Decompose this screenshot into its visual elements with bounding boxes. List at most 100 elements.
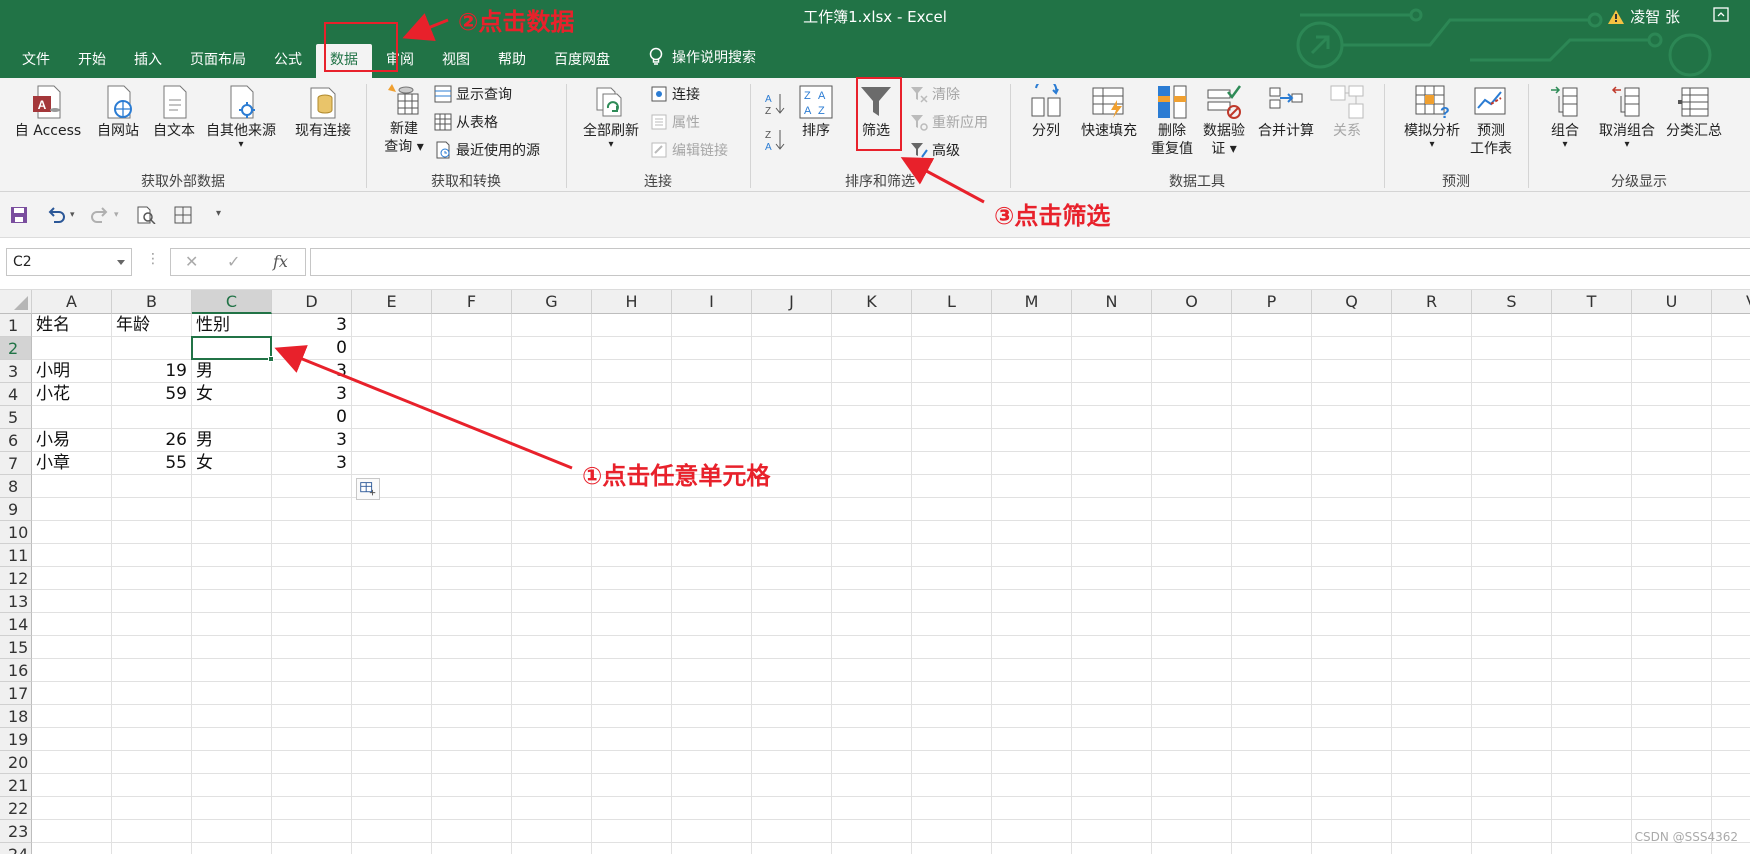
column-header[interactable]: J xyxy=(752,290,832,314)
cell-C12[interactable] xyxy=(192,567,272,590)
cell-D18[interactable] xyxy=(272,705,352,728)
cell-U24[interactable] xyxy=(1632,843,1712,854)
cell-P24[interactable] xyxy=(1232,843,1312,854)
cell-M17[interactable] xyxy=(992,682,1072,705)
cell-H2[interactable] xyxy=(592,337,672,360)
cell-H10[interactable] xyxy=(592,521,672,544)
cell-D22[interactable] xyxy=(272,797,352,820)
cell-S24[interactable] xyxy=(1472,843,1552,854)
cell-N15[interactable] xyxy=(1072,636,1152,659)
cell-O16[interactable] xyxy=(1152,659,1232,682)
cell-C19[interactable] xyxy=(192,728,272,751)
cell-E1[interactable] xyxy=(352,314,432,337)
cell-Q24[interactable] xyxy=(1312,843,1392,854)
cell-V14[interactable] xyxy=(1712,613,1750,636)
cell-Q13[interactable] xyxy=(1312,590,1392,613)
sort-button[interactable]: ZAAZ 排序 xyxy=(794,84,838,140)
cell-V19[interactable] xyxy=(1712,728,1750,751)
cell-J5[interactable] xyxy=(752,406,832,429)
cell-E20[interactable] xyxy=(352,751,432,774)
cell-I2[interactable] xyxy=(672,337,752,360)
cell-N19[interactable] xyxy=(1072,728,1152,751)
column-header[interactable]: M xyxy=(992,290,1072,314)
cell-L7[interactable] xyxy=(912,452,992,475)
cell-Q10[interactable] xyxy=(1312,521,1392,544)
cell-F20[interactable] xyxy=(432,751,512,774)
column-header[interactable]: Q xyxy=(1312,290,1392,314)
cell-C4[interactable]: 女 xyxy=(192,383,272,406)
cell-C15[interactable] xyxy=(192,636,272,659)
cell-U22[interactable] xyxy=(1632,797,1712,820)
reapply-filter-button[interactable]: 重新应用 xyxy=(910,112,988,132)
cell-P21[interactable] xyxy=(1232,774,1312,797)
cell-A12[interactable] xyxy=(32,567,112,590)
cell-K2[interactable] xyxy=(832,337,912,360)
cell-P23[interactable] xyxy=(1232,820,1312,843)
cell-G2[interactable] xyxy=(512,337,592,360)
cell-D3[interactable]: 3 xyxy=(272,360,352,383)
cell-J6[interactable] xyxy=(752,429,832,452)
cell-A4[interactable]: 小花 xyxy=(32,383,112,406)
cell-M10[interactable] xyxy=(992,521,1072,544)
cell-M13[interactable] xyxy=(992,590,1072,613)
cell-B12[interactable] xyxy=(112,567,192,590)
properties-button[interactable]: 属性 xyxy=(650,112,700,132)
cell-N12[interactable] xyxy=(1072,567,1152,590)
cell-G18[interactable] xyxy=(512,705,592,728)
cell-D12[interactable] xyxy=(272,567,352,590)
cell-F5[interactable] xyxy=(432,406,512,429)
cell-A14[interactable] xyxy=(32,613,112,636)
cell-C7[interactable]: 女 xyxy=(192,452,272,475)
cell-S12[interactable] xyxy=(1472,567,1552,590)
cell-G6[interactable] xyxy=(512,429,592,452)
cell-Q18[interactable] xyxy=(1312,705,1392,728)
cell-T23[interactable] xyxy=(1552,820,1632,843)
sort-a-to-z-icon[interactable]: AZ xyxy=(764,92,786,116)
cell-R9[interactable] xyxy=(1392,498,1472,521)
cell-A21[interactable] xyxy=(32,774,112,797)
cell-Q2[interactable] xyxy=(1312,337,1392,360)
cell-U8[interactable] xyxy=(1632,475,1712,498)
cell-U1[interactable] xyxy=(1632,314,1712,337)
customize-qat-icon[interactable]: ▾ xyxy=(216,208,221,219)
column-header[interactable]: C xyxy=(192,290,272,314)
cell-K4[interactable] xyxy=(832,383,912,406)
cell-N20[interactable] xyxy=(1072,751,1152,774)
row-header[interactable]: 15 xyxy=(0,636,32,659)
cell-S16[interactable] xyxy=(1472,659,1552,682)
cell-N6[interactable] xyxy=(1072,429,1152,452)
cell-C17[interactable] xyxy=(192,682,272,705)
cell-R24[interactable] xyxy=(1392,843,1472,854)
cell-T20[interactable] xyxy=(1552,751,1632,774)
cell-S6[interactable] xyxy=(1472,429,1552,452)
cell-B21[interactable] xyxy=(112,774,192,797)
column-header[interactable]: S xyxy=(1472,290,1552,314)
cell-F17[interactable] xyxy=(432,682,512,705)
recent-sources-button[interactable]: 最近使用的源 xyxy=(434,140,540,160)
cell-K1[interactable] xyxy=(832,314,912,337)
cell-T13[interactable] xyxy=(1552,590,1632,613)
cell-L17[interactable] xyxy=(912,682,992,705)
cell-I18[interactable] xyxy=(672,705,752,728)
cell-K13[interactable] xyxy=(832,590,912,613)
cell-S5[interactable] xyxy=(1472,406,1552,429)
edit-links-button[interactable]: 编辑链接 xyxy=(650,140,728,160)
cell-G24[interactable] xyxy=(512,843,592,854)
cell-U10[interactable] xyxy=(1632,521,1712,544)
cell-U6[interactable] xyxy=(1632,429,1712,452)
show-queries-button[interactable]: 显示查询 xyxy=(434,84,512,104)
cell-I13[interactable] xyxy=(672,590,752,613)
row-header[interactable]: 4 xyxy=(0,383,32,406)
cell-T11[interactable] xyxy=(1552,544,1632,567)
cell-Q23[interactable] xyxy=(1312,820,1392,843)
cell-S10[interactable] xyxy=(1472,521,1552,544)
cell-I3[interactable] xyxy=(672,360,752,383)
cell-M22[interactable] xyxy=(992,797,1072,820)
row-header[interactable]: 18 xyxy=(0,705,32,728)
cell-Q12[interactable] xyxy=(1312,567,1392,590)
cell-F23[interactable] xyxy=(432,820,512,843)
cell-K12[interactable] xyxy=(832,567,912,590)
cell-S8[interactable] xyxy=(1472,475,1552,498)
cell-F12[interactable] xyxy=(432,567,512,590)
cell-G12[interactable] xyxy=(512,567,592,590)
